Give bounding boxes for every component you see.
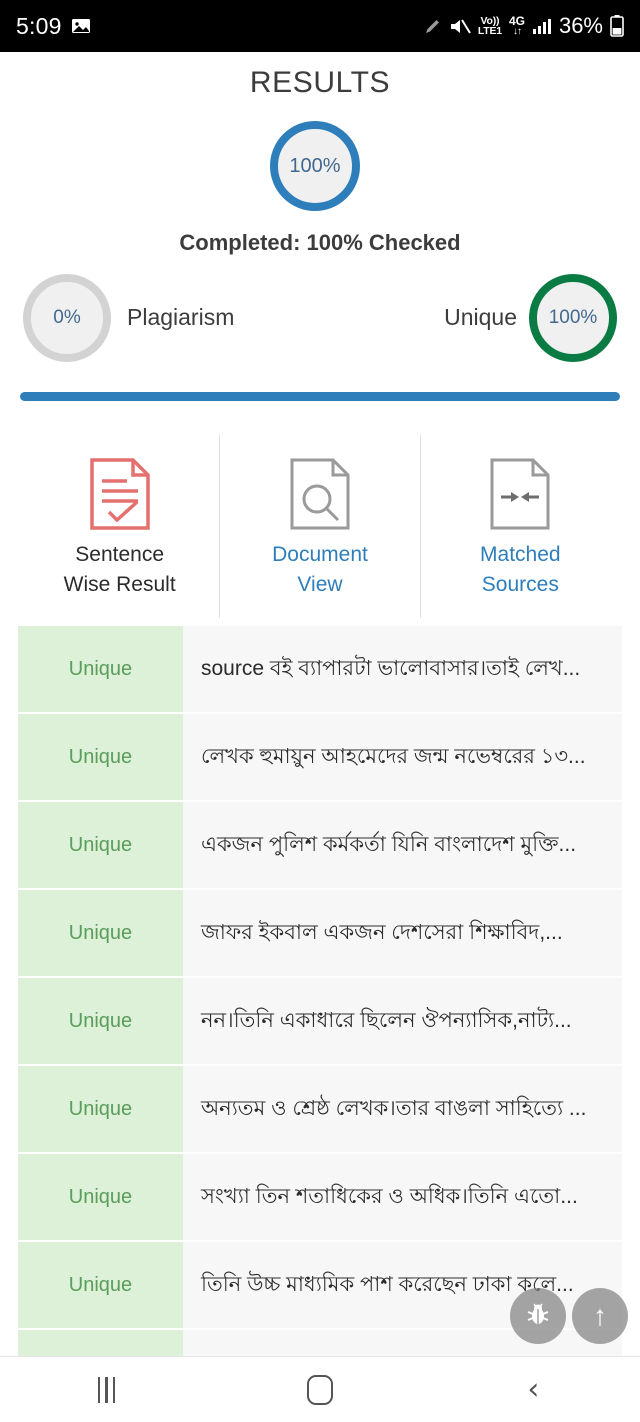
scroll-to-top-button[interactable]: ↑ xyxy=(572,1288,628,1344)
status-bar: 5:09 Vo)) LTE1 4G ↓↑ 36% xyxy=(0,0,640,52)
progress-bar xyxy=(20,392,620,401)
document-arrows-icon xyxy=(489,456,551,532)
nav-home-button[interactable] xyxy=(280,1365,360,1415)
document-check-icon xyxy=(89,456,151,532)
recents-icon xyxy=(97,1376,116,1403)
4g-icon: 4G ↓↑ xyxy=(508,14,525,37)
nav-recents-button[interactable] xyxy=(67,1365,147,1415)
volte-icon: Vo)) LTE1 xyxy=(477,14,502,37)
status-badge: Unique xyxy=(18,1242,183,1328)
status-bar-right: Vo)) LTE1 4G ↓↑ 36% xyxy=(423,13,624,39)
sentence-text: source বই ব্যাপারটা ভালোবাসার।তাই লেখ... xyxy=(183,626,622,712)
sentence-text: অন্যতম ও শ্রেষ্ঠ লেখক।তার বাঙলা সাহিত্যে… xyxy=(183,1066,622,1152)
mute-icon xyxy=(449,17,471,36)
status-badge: Unique xyxy=(18,978,183,1064)
overall-progress-value: 100% xyxy=(289,154,341,177)
battery-icon xyxy=(610,15,624,37)
table-row[interactable]: Unique নন।তিনি একাধারে ছিলেন ঔপন্যাসিক,না… xyxy=(0,978,640,1064)
page-title: RESULTS xyxy=(249,66,391,99)
tab-sentence-wise-result-label: Sentence Wise Result xyxy=(63,543,176,597)
status-badge: Unique xyxy=(18,1066,183,1152)
unique-ring: 100% xyxy=(529,274,617,362)
results-list[interactable]: Unique source বই ব্যাপারটা ভালোবাসার।তাই … xyxy=(0,626,640,1356)
tab-matched-sources-label: Matched Sources xyxy=(480,543,561,597)
sentence-text: জাফর ইকবাল একজন দেশসেরা শিক্ষাবিদ,... xyxy=(183,890,622,976)
overall-progress-ring: 100% xyxy=(270,121,360,211)
sentence-text: নন।তিনি একাধারে ছিলেন ঔপন্যাসিক,নাট্য... xyxy=(183,978,622,1064)
table-row[interactable]: Unique source বই ব্যাপারটা ভালোবাসার।তাই … xyxy=(0,626,640,712)
stats-row: 0% Plagiarism Unique 100% xyxy=(0,274,640,366)
signal-icon xyxy=(532,18,552,35)
image-icon xyxy=(71,16,91,36)
tab-document-view[interactable]: Document View xyxy=(219,434,419,618)
document-search-icon xyxy=(289,456,351,532)
clock: 5:09 xyxy=(16,12,62,39)
unique-value: 100% xyxy=(548,307,598,328)
back-icon: ‹ xyxy=(527,1371,540,1407)
bug-report-button[interactable] xyxy=(510,1288,566,1344)
table-row[interactable]: Unique লেখক হুমায়ুন আহমেদের জন্ম নভেম্বর… xyxy=(0,714,640,800)
status-badge: Unique xyxy=(18,890,183,976)
nav-back-button[interactable]: ‹ xyxy=(493,1365,573,1415)
scroll-to-top-icon: ↑ xyxy=(593,1300,607,1331)
table-row[interactable]: Unique অন্যতম ও শ্রেষ্ঠ লেখক।তার বাঙলা সা… xyxy=(0,1066,640,1152)
status-badge: Unique xyxy=(18,1154,183,1240)
home-icon xyxy=(306,1374,333,1405)
battery-percent: 36% xyxy=(558,13,603,38)
status-badge: Unique xyxy=(18,714,183,800)
completed-status-text: Completed: 100% Checked xyxy=(179,230,461,255)
sentence-text: সংখ্যা তিন শতাধিকের ও অধিক।তিনি এতো... xyxy=(183,1154,622,1240)
plagiarism-value: 0% xyxy=(53,307,81,328)
status-bar-left: 5:09 xyxy=(16,13,91,40)
status-badge: Unique xyxy=(18,802,183,888)
pencil-icon xyxy=(423,17,442,36)
table-row[interactable]: Unique জাফর ইকবাল একজন দেশসেরা শিক্ষাবিদ,… xyxy=(0,890,640,976)
status-badge: Unique xyxy=(18,1330,183,1356)
view-tabs: Sentence Wise Result Document View Match… xyxy=(20,434,620,618)
plagiarism-label: Plagiarism xyxy=(127,304,235,330)
bug-icon xyxy=(524,1300,552,1333)
tab-document-view-label: Document View xyxy=(272,543,368,597)
sentence-text: একজন পুলিশ কর্মকর্তা যিনি বাংলাদেশ মুক্ত… xyxy=(183,802,622,888)
sentence-text: লেখক হুমায়ুন আহমেদের জন্ম নভেম্বরের ১৩.… xyxy=(183,714,622,800)
tab-matched-sources[interactable]: Matched Sources xyxy=(419,434,620,618)
table-row[interactable]: Unique একজন পুলিশ কর্মকর্তা যিনি বাংলাদেশ… xyxy=(0,802,640,888)
app-root: 5:09 Vo)) LTE1 4G ↓↑ 36% RESULTS 100% Co… xyxy=(0,0,640,1422)
unique-label: Unique xyxy=(444,304,517,330)
tab-sentence-wise-result[interactable]: Sentence Wise Result xyxy=(20,434,219,618)
plagiarism-ring: 0% xyxy=(23,274,111,362)
table-row[interactable]: Unique সংখ্যা তিন শতাধিকের ও অধিক।তিনি এত… xyxy=(0,1154,640,1240)
status-badge: Unique xyxy=(18,626,183,712)
android-nav-bar: ‹ xyxy=(0,1356,640,1422)
